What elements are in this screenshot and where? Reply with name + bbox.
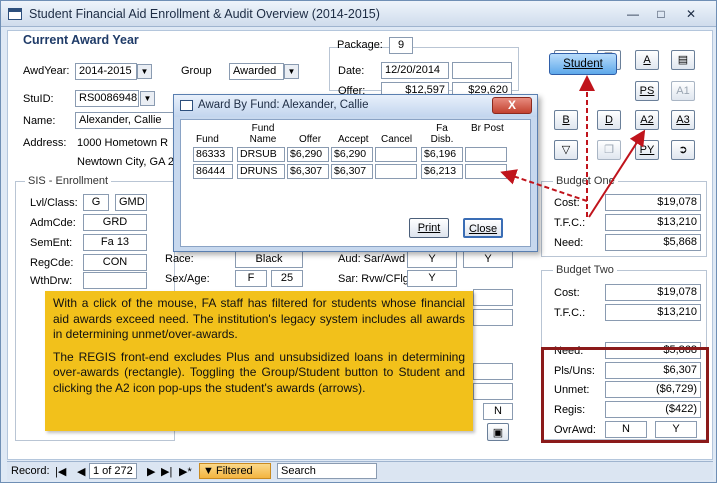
- filtered-label: Filtered: [216, 465, 253, 477]
- search-input[interactable]: Search: [277, 463, 377, 479]
- new-record-icon[interactable]: ▶*: [179, 465, 192, 478]
- record-position[interactable]: 1 of 272: [89, 463, 137, 479]
- filter-icon: ▼: [203, 465, 214, 477]
- first-record-icon[interactable]: |◀: [55, 465, 66, 478]
- previous-record-icon[interactable]: ◀: [77, 465, 85, 478]
- main-window: Student Financial Aid Enrollment & Audit…: [0, 0, 717, 483]
- arrow-to-a2-button: [588, 129, 646, 218]
- filtered-toggle[interactable]: ▼ Filtered: [199, 463, 271, 479]
- annotation-arrows: [500, 75, 646, 218]
- next-record-icon[interactable]: ▶: [147, 465, 155, 478]
- last-record-icon[interactable]: ▶|: [161, 465, 172, 478]
- arrow-to-popup: [500, 169, 588, 202]
- record-navigation-bar: Record: |◀ ◀ 1 of 272 ▶ ▶| ▶* ▼ Filtered…: [7, 461, 713, 480]
- record-label: Record:: [11, 465, 50, 477]
